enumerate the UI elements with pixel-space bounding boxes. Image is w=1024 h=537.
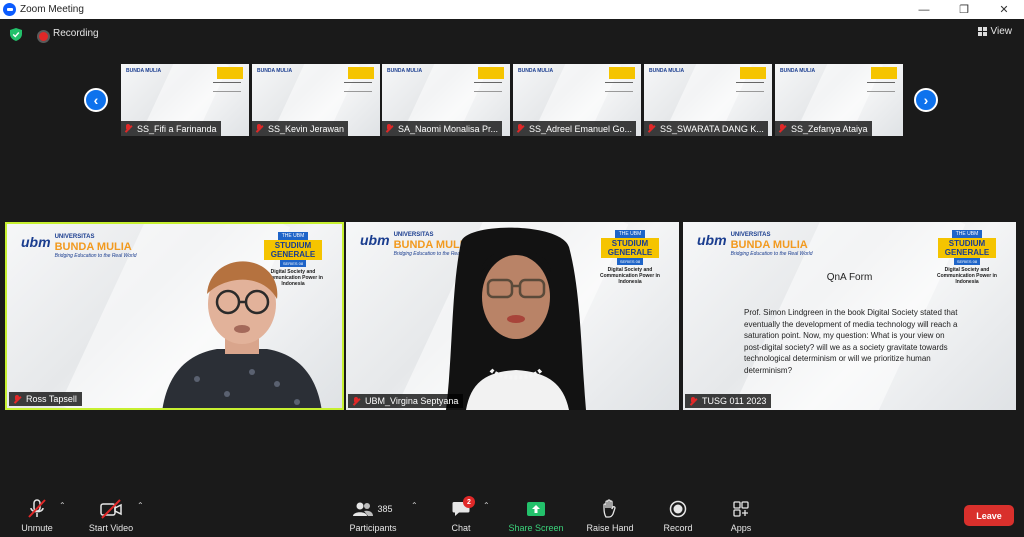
studium-badge	[217, 67, 243, 79]
meeting-toolbar: Unmute ⌃ Start Video ⌃ 385 Participants …	[0, 492, 1024, 537]
studium-generale-badge: THE UBM STUDIUM GENERALE SERIES 08 Digit…	[599, 230, 660, 285]
record-icon	[669, 500, 687, 518]
participant-name-tag: UBM_Virgina Septyana	[348, 394, 464, 408]
participant-name-tag: Ross Tapsell	[9, 392, 82, 406]
zoom-logo-icon	[3, 3, 16, 16]
ubm-logo: ubm UNIVERSITAS BUNDA MULIA Bridging Edu…	[21, 234, 137, 259]
ubm-logo: BUNDA MULIA	[387, 68, 423, 74]
recording-icon	[37, 30, 50, 43]
chevron-up-icon[interactable]: ⌃	[483, 501, 490, 510]
view-button[interactable]: View	[977, 26, 1013, 37]
video-tile-shared-slide[interactable]: ubm UNIVERSITAS BUNDA MULIA Bridging Edu…	[683, 222, 1016, 410]
maximize-icon[interactable]: ❐	[944, 0, 984, 19]
ubm-logo: BUNDA MULIA	[126, 68, 162, 74]
participant-name-tag: SS_Zefanya Ataiya	[775, 121, 872, 136]
ubm-logo: BUNDA MULIA	[518, 68, 554, 74]
participant-video	[446, 227, 586, 410]
ubm-mark: ubm	[697, 232, 727, 248]
strip-next-button[interactable]: ›	[914, 88, 938, 112]
participant-thumbnail[interactable]: BUNDA MULIA SS_Adreel Emanuel Go...	[513, 64, 641, 136]
record-label: Record	[663, 523, 693, 533]
participants-count: 385	[377, 504, 393, 514]
share-screen-label: Share Screen	[508, 523, 564, 533]
qna-question: Prof. Simon Lindgreen in the book Digita…	[744, 308, 958, 375]
video-off-icon	[100, 499, 122, 519]
mic-muted-icon	[516, 124, 524, 133]
window-controls: — ❐ ✕	[904, 0, 1024, 19]
window-title: Zoom Meeting	[20, 4, 84, 15]
ubm-logo: ubm UNIVERSITAS BUNDA MULIA Bridging Edu…	[697, 232, 813, 257]
shield-icon[interactable]	[10, 28, 22, 41]
studium-badge	[348, 67, 374, 79]
video-tile-active-speaker[interactable]: ubm UNIVERSITAS BUNDA MULIA Bridging Edu…	[5, 222, 344, 410]
ubm-logo: BUNDA MULIA	[649, 68, 685, 74]
unmute-label: Unmute	[21, 523, 53, 533]
meeting-status-bar: Recording View	[0, 19, 1024, 49]
strip-prev-button[interactable]: ‹	[84, 88, 108, 112]
ubm-mark: ubm	[21, 234, 51, 250]
raise-hand-button[interactable]: Raise Hand	[584, 492, 636, 537]
ubm-logo: BUNDA MULIA	[780, 68, 816, 74]
participant-name-tag: SS_Adreel Emanuel Go...	[513, 121, 637, 136]
mic-muted-icon	[255, 124, 263, 133]
participant-thumbnail[interactable]: BUNDA MULIA SS_Zefanya Ataiya	[775, 64, 903, 136]
mic-muted-icon	[385, 124, 393, 133]
chevron-up-icon[interactable]: ⌃	[137, 501, 144, 510]
participant-thumbnail[interactable]: BUNDA MULIA SS_Fifi a Farinanda	[121, 64, 249, 136]
studium-badge	[871, 67, 897, 79]
mic-muted-icon	[352, 396, 360, 406]
studium-badge	[478, 67, 504, 79]
participant-thumbnail[interactable]: BUNDA MULIA SS_SWARATA DANG K...	[644, 64, 772, 136]
minimize-icon[interactable]: —	[904, 0, 944, 19]
studium-badge	[740, 67, 766, 79]
raise-hand-icon	[603, 499, 616, 518]
leave-button[interactable]: Leave	[964, 505, 1014, 526]
start-video-button[interactable]: Start Video	[84, 492, 138, 537]
ubm-mark: ubm	[360, 232, 390, 248]
apps-label: Apps	[730, 523, 752, 533]
speaker-video	[162, 261, 322, 408]
view-label: View	[990, 26, 1013, 37]
record-button[interactable]: Record	[660, 492, 696, 537]
video-tile[interactable]: ubm UNIVERSITAS BUNDA MULIA Bridging Edu…	[346, 222, 679, 410]
apps-button[interactable]: Apps	[726, 492, 756, 537]
share-screen-icon	[527, 502, 545, 516]
chat-unread-badge: 2	[463, 496, 475, 508]
mic-muted-icon	[647, 124, 655, 133]
chevron-right-icon: ›	[923, 92, 929, 108]
ubm-logo: BUNDA MULIA	[257, 68, 293, 74]
raise-hand-label: Raise Hand	[586, 523, 634, 533]
participant-name-tag: SS_Fifi a Farinanda	[121, 121, 221, 136]
mic-muted-icon	[28, 499, 46, 518]
unmute-button[interactable]: Unmute	[15, 492, 59, 537]
participants-button[interactable]: 385 Participants	[344, 492, 402, 537]
title-bar: Zoom Meeting — ❐ ✕	[0, 0, 1024, 19]
chevron-up-icon[interactable]: ⌃	[411, 501, 418, 510]
mic-muted-icon	[778, 124, 786, 133]
chat-button[interactable]: 2 Chat	[446, 492, 476, 537]
participant-thumbnail[interactable]: BUNDA MULIA SS_Kevin Jerawan	[252, 64, 380, 136]
participant-name-tag: SS_SWARATA DANG K...	[644, 121, 768, 136]
recording-label: Recording	[53, 28, 99, 39]
meeting-stage: Recording View ‹ BUNDA MULIA SS_Fifi a F…	[0, 19, 1024, 492]
participants-icon	[353, 502, 374, 516]
apps-icon	[733, 501, 749, 517]
chevron-left-icon: ‹	[93, 92, 99, 108]
grid-view-icon	[977, 27, 987, 36]
chat-label: Chat	[451, 523, 471, 533]
participant-thumbnail[interactable]: BUNDA MULIA SA_Naomi Monalisa Pr...	[382, 64, 510, 136]
participant-name-tag: TUSG 011 2023	[685, 394, 772, 408]
chevron-up-icon[interactable]: ⌃	[59, 501, 66, 510]
studium-badge	[609, 67, 635, 79]
close-icon[interactable]: ✕	[984, 0, 1024, 19]
mic-muted-icon	[689, 396, 697, 406]
qna-title: QnA Form	[826, 272, 873, 283]
start-video-label: Start Video	[88, 523, 134, 533]
participant-name-tag: SA_Naomi Monalisa Pr...	[382, 121, 503, 136]
participant-name-tag: SS_Kevin Jerawan	[252, 121, 349, 136]
pin-icon	[13, 394, 21, 404]
share-screen-button[interactable]: Share Screen	[505, 492, 567, 537]
mic-muted-icon	[124, 124, 132, 133]
participants-label: Participants	[349, 523, 397, 533]
